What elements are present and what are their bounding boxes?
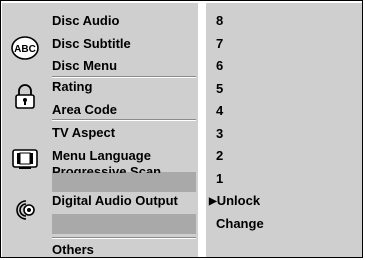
dvd-setup-menu: ABC Disc Audio Disc Subtitle Disc Menu R…	[0, 0, 365, 260]
menu-border	[0, 0, 363, 258]
